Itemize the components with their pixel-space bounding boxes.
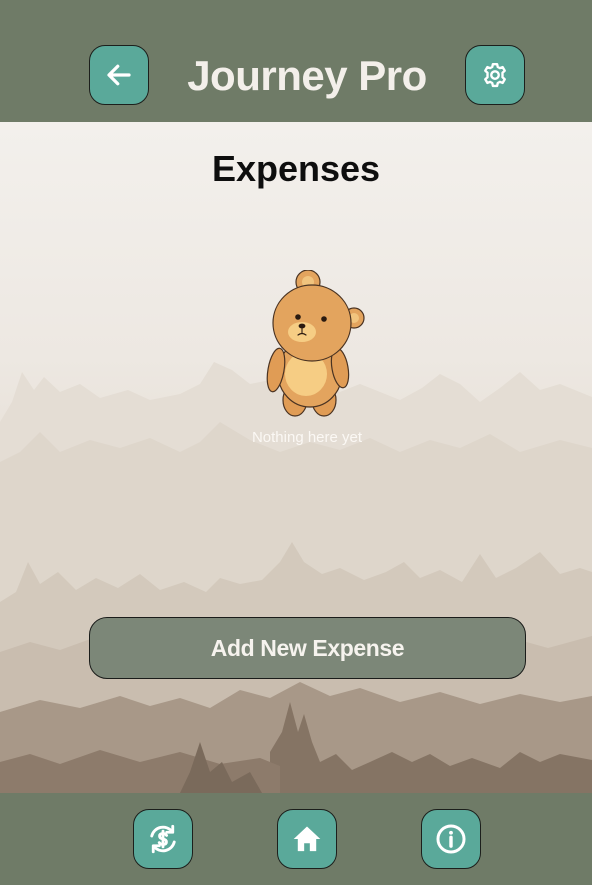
currency-exchange-icon (150, 824, 176, 854)
add-expense-button[interactable]: Add New Expense (89, 617, 526, 679)
page-title: Expenses (211, 148, 381, 189)
app-screen: Journey Pro Expenses Nothing here yet Ad… (0, 0, 592, 885)
info-icon (436, 824, 466, 854)
nav-currency-exchange-button[interactable] (133, 809, 193, 869)
teddy-bear-illustration (266, 270, 365, 417)
home-icon (293, 826, 321, 852)
bottom-nav (0, 793, 592, 885)
nav-info-button[interactable] (421, 809, 481, 869)
empty-state-message: Nothing here yet (251, 429, 363, 446)
nav-home-button[interactable] (277, 809, 337, 869)
settings-button[interactable] (465, 45, 525, 105)
main-content: Expenses Nothing here yet Add New Expens… (0, 122, 592, 793)
gear-icon (484, 62, 506, 88)
app-title: Journey Pro (187, 52, 427, 99)
arrow-left-icon (107, 64, 131, 86)
back-button[interactable] (89, 45, 149, 105)
top-bar: Journey Pro (0, 0, 592, 122)
forest-background (0, 122, 592, 793)
